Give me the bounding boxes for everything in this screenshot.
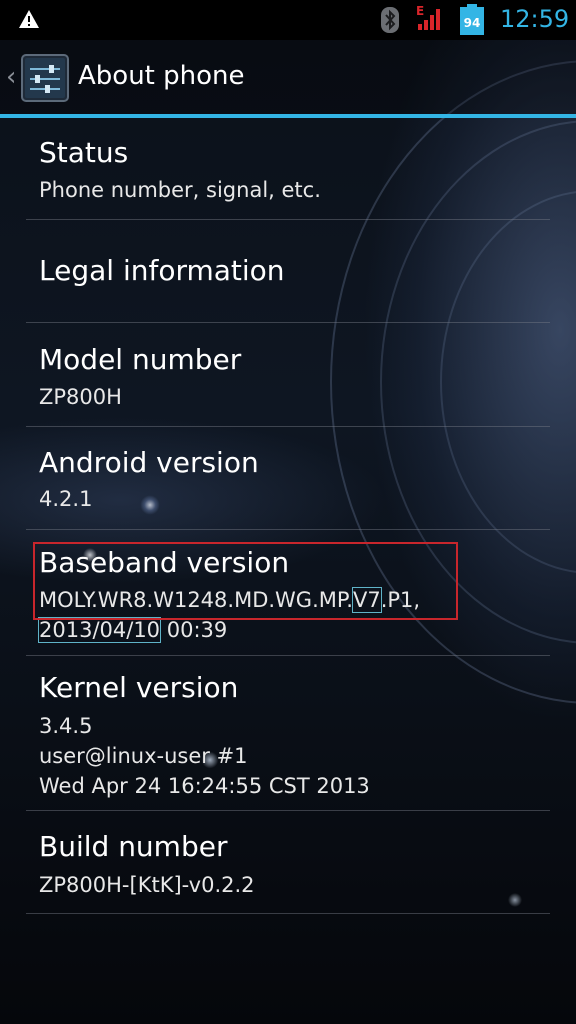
item-title: Android version (39, 446, 259, 479)
list-item-status[interactable]: Status Phone number, signal, etc. (0, 118, 576, 219)
item-summary: ZP800H-[KtK]-v0.2.2 (39, 873, 255, 897)
item-title: Legal information (39, 254, 285, 287)
status-bar: E 94 12:59 (0, 0, 576, 40)
action-bar: ‹ About phone (0, 40, 576, 114)
warning-icon[interactable] (18, 9, 40, 33)
list-item-kernel-version[interactable]: Kernel version 3.4.5 user@linux-user #1 … (0, 656, 576, 810)
item-summary: Phone number, signal, etc. (39, 178, 321, 202)
settings-icon (21, 54, 69, 106)
baseband-date: 2013/04/10 (37, 617, 162, 643)
list-item-model-number[interactable]: Model number ZP800H (0, 323, 576, 425)
list-item-build-number[interactable]: Build number ZP800H-[KtK]-v0.2.2 (0, 811, 576, 913)
signal-type-label: E (416, 4, 424, 18)
highlight-box (33, 542, 458, 620)
item-title: Model number (39, 343, 242, 376)
divider (26, 913, 550, 914)
clock: 12:59 (500, 5, 570, 33)
signal-icon: E (416, 4, 446, 38)
item-title: Kernel version (39, 671, 239, 704)
up-button[interactable]: ‹ (0, 40, 75, 114)
baseband-time: 00:39 (160, 618, 228, 642)
about-phone-screen: E 94 12:59 ‹ About phone Status Phone nu… (0, 0, 576, 1024)
bluetooth-icon (380, 6, 400, 38)
battery-level: 94 (464, 16, 481, 30)
item-summary: ZP800H (39, 385, 122, 409)
item-summary: 4.2.1 (39, 487, 93, 511)
item-summary-line-2: user@linux-user #1 (39, 744, 248, 768)
list-item-legal-information[interactable]: Legal information (0, 220, 576, 322)
page-title: About phone (78, 61, 245, 91)
chevron-left-icon: ‹ (6, 62, 17, 92)
battery-icon: 94 (459, 4, 485, 40)
item-summary-line-1: 3.4.5 (39, 714, 93, 738)
item-summary-line-3: Wed Apr 24 16:24:55 CST 2013 (39, 774, 370, 798)
item-title: Build number (39, 830, 228, 863)
list-item-android-version[interactable]: Android version 4.2.1 (0, 427, 576, 528)
item-title: Status (39, 136, 129, 169)
